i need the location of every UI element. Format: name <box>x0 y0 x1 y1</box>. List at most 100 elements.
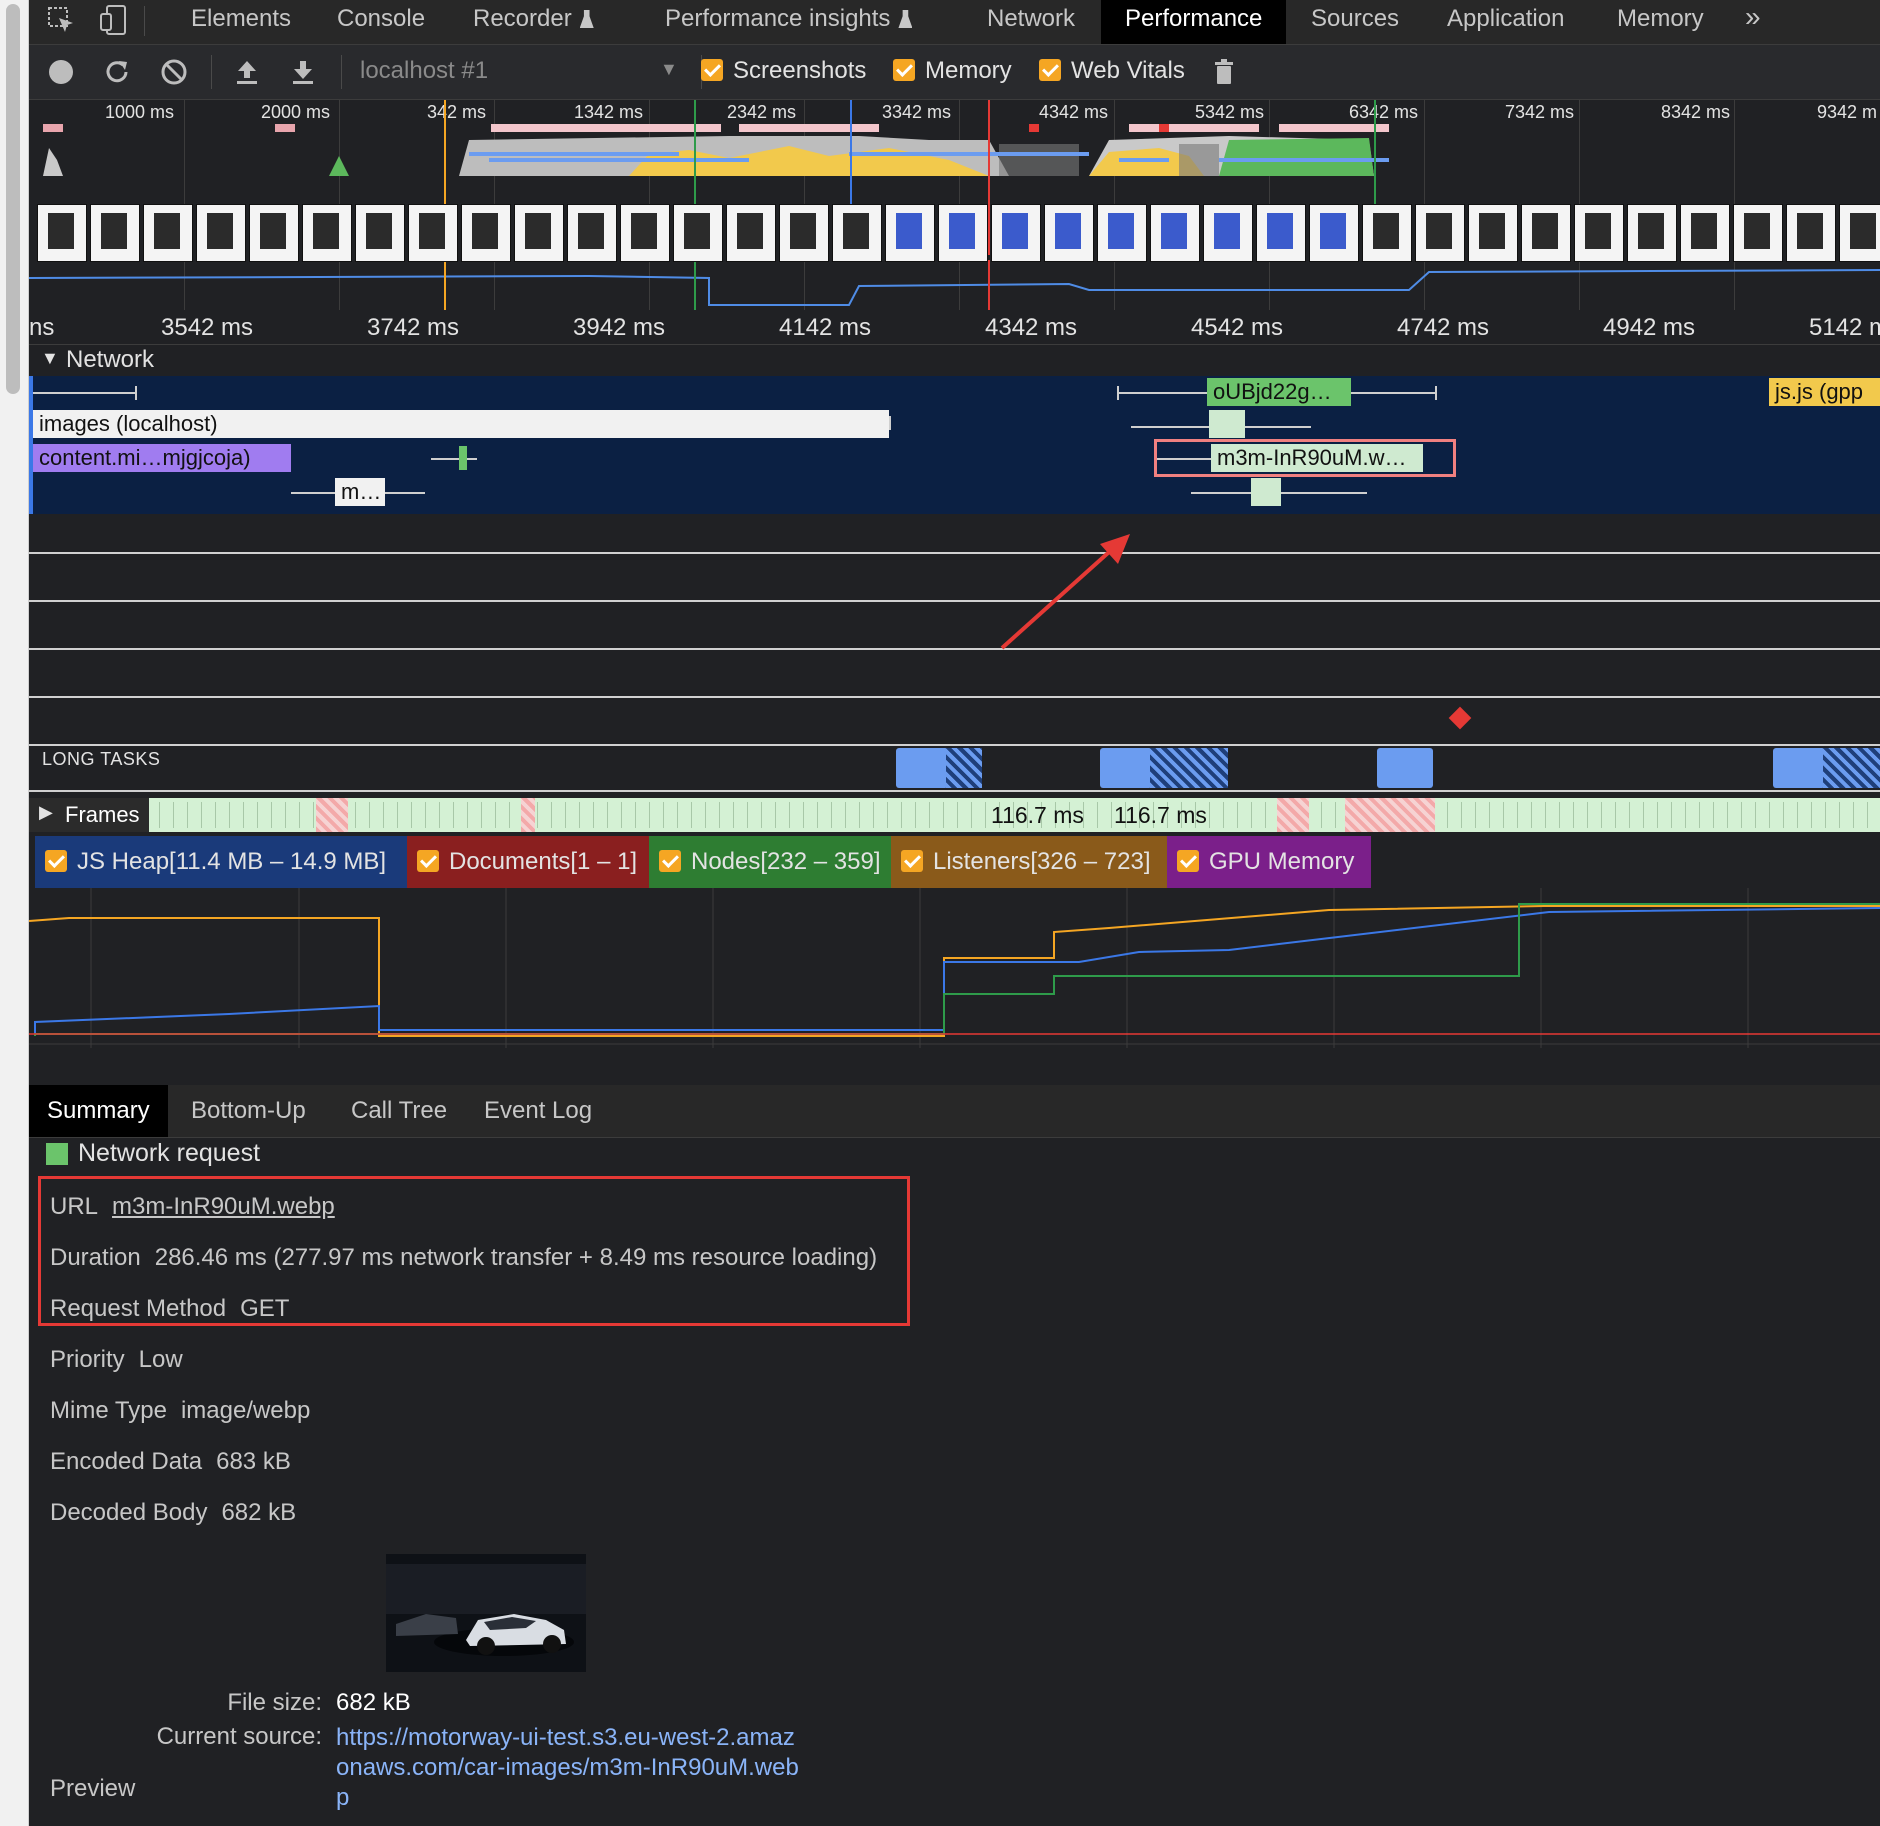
tab-summary[interactable]: Summary <box>29 1085 168 1137</box>
tab-event-log[interactable]: Event Log <box>484 1085 592 1137</box>
request-bar[interactable]: images (localhost) <box>33 410 889 438</box>
tab-application[interactable]: Application <box>1447 0 1564 44</box>
screenshot-thumbnail[interactable] <box>196 204 246 262</box>
screenshot-thumbnail[interactable] <box>673 204 723 262</box>
screenshot-thumbnail[interactable] <box>1786 204 1836 262</box>
clear-icon[interactable] <box>159 57 189 87</box>
frame-duration[interactable]: 116.7 ms <box>991 798 1084 832</box>
nodes-counter[interactable]: Nodes[232 – 359] <box>649 836 891 888</box>
current-source-link[interactable]: https://motorway-ui-test.s3.eu-west-2.am… <box>336 1723 799 1813</box>
screenshot-thumbnail[interactable] <box>1256 204 1306 262</box>
frame-tick <box>1237 802 1238 828</box>
tab-bottom-up[interactable]: Bottom-Up <box>191 1085 306 1137</box>
screenshots-checkbox[interactable]: Screenshots <box>701 57 866 85</box>
screenshot-thumbnail[interactable] <box>249 204 299 262</box>
tab-elements[interactable]: Elements <box>191 0 291 44</box>
frame-tick <box>1713 802 1714 828</box>
screenshot-thumbnail[interactable] <box>1468 204 1518 262</box>
request-bar[interactable]: content.mi…mjgjcoja) <box>33 444 291 472</box>
js-heap-counter[interactable]: JS Heap[11.4 MB – 14.9 MB] <box>35 836 407 888</box>
timeline-overview[interactable]: 1000 ms 2000 ms 342 ms 1342 ms 2342 ms 3… <box>29 100 1880 310</box>
screenshot-thumbnail[interactable] <box>779 204 829 262</box>
request-whisker <box>431 458 477 460</box>
network-track-header[interactable]: ▼ Network <box>29 344 229 378</box>
request-bar[interactable] <box>1209 410 1245 438</box>
screenshot-thumbnail[interactable] <box>991 204 1041 262</box>
screenshot-thumbnail[interactable] <box>1150 204 1200 262</box>
frames-track-header[interactable]: ▶ Frames <box>29 798 149 832</box>
tab-performance[interactable]: Performance <box>1101 0 1287 44</box>
dropped-frame[interactable] <box>1345 798 1435 832</box>
screenshot-thumbnail[interactable] <box>1521 204 1571 262</box>
request-bar[interactable]: oUBjd22g… <box>1207 378 1351 406</box>
upload-profile-icon[interactable] <box>232 57 262 87</box>
screenshot-thumbnail[interactable] <box>514 204 564 262</box>
tab-sources[interactable]: Sources <box>1311 0 1399 44</box>
screenshot-thumbnail[interactable] <box>143 204 193 262</box>
screenshot-thumbnail[interactable] <box>1097 204 1147 262</box>
screenshot-thumbnail[interactable] <box>461 204 511 262</box>
dropped-frame[interactable] <box>1277 798 1309 832</box>
chevron-down-icon: ▼ <box>660 59 678 79</box>
inspect-element-icon[interactable] <box>47 6 75 34</box>
gpu-memory-counter[interactable]: GPU Memory <box>1167 836 1371 888</box>
screenshot-thumbnail[interactable] <box>832 204 882 262</box>
screenshot-thumbnail[interactable] <box>37 204 87 262</box>
screenshot-thumbnail[interactable] <box>1309 204 1359 262</box>
tab-performance-insights[interactable]: Performance insights <box>665 0 913 44</box>
long-task-bar[interactable] <box>896 748 948 788</box>
dropped-frame[interactable] <box>316 798 348 832</box>
screenshot-thumbnail[interactable] <box>90 204 140 262</box>
request-bar[interactable]: js.js (gpp <box>1769 378 1880 406</box>
long-task-bar[interactable] <box>1773 748 1825 788</box>
screenshot-thumbnail[interactable] <box>1839 204 1880 262</box>
request-bar[interactable]: m… <box>335 478 385 506</box>
web-vitals-marker-icon[interactable] <box>1448 706 1472 730</box>
frame-tick <box>747 802 748 828</box>
screenshot-thumbnail[interactable] <box>408 204 458 262</box>
devtools-tab-bar: Elements Console Recorder Performance in… <box>29 0 1880 45</box>
screenshot-thumbnail[interactable] <box>1680 204 1730 262</box>
url-link[interactable]: m3m-InR90uM.webp <box>112 1193 335 1220</box>
frames-track[interactable]: ▶ Frames 116.7 ms 116.7 ms <box>29 798 1880 832</box>
request-bar[interactable] <box>459 446 467 470</box>
screenshot-thumbnail[interactable] <box>1044 204 1094 262</box>
dropped-frame[interactable] <box>521 798 535 832</box>
tab-call-tree[interactable]: Call Tree <box>351 1085 447 1137</box>
listeners-counter[interactable]: Listeners[326 – 723] <box>891 836 1167 888</box>
screenshot-thumbnail[interactable] <box>302 204 352 262</box>
screenshot-thumbnail[interactable] <box>885 204 935 262</box>
record-icon[interactable] <box>46 57 76 87</box>
tab-recorder[interactable]: Recorder <box>473 0 594 44</box>
screenshot-thumbnail[interactable] <box>1627 204 1677 262</box>
long-task-bar[interactable] <box>1377 748 1433 788</box>
screenshot-thumbnail[interactable] <box>938 204 988 262</box>
more-tabs-chevron-icon[interactable]: » <box>1745 0 1761 44</box>
scrollbar-thumb[interactable] <box>6 4 20 394</box>
screenshot-thumbnail[interactable] <box>1574 204 1624 262</box>
network-track[interactable]: oUBjd22g… js.js (gpp images (localhost) … <box>29 376 1880 514</box>
screenshot-thumbnail[interactable] <box>726 204 776 262</box>
tab-memory[interactable]: Memory <box>1617 0 1704 44</box>
frame-duration[interactable]: 116.7 ms <box>1114 798 1207 832</box>
download-profile-icon[interactable] <box>288 57 318 87</box>
screenshot-thumbnail[interactable] <box>1203 204 1253 262</box>
tab-network[interactable]: Network <box>987 0 1075 44</box>
vertical-scrollbar[interactable] <box>0 0 29 1826</box>
screenshot-thumbnail[interactable] <box>567 204 617 262</box>
request-bar[interactable] <box>1251 478 1281 506</box>
web-vitals-checkbox[interactable]: Web Vitals <box>1039 57 1185 85</box>
trash-icon[interactable] <box>1209 57 1239 87</box>
device-toolbar-icon[interactable] <box>99 4 129 36</box>
screenshot-thumbnail[interactable] <box>1362 204 1412 262</box>
reload-record-icon[interactable] <box>102 57 132 87</box>
screenshot-thumbnail[interactable] <box>1415 204 1465 262</box>
documents-counter[interactable]: Documents[1 – 1] <box>407 836 649 888</box>
long-task-bar[interactable] <box>1100 748 1152 788</box>
target-select[interactable]: localhost #1 ▼ <box>360 53 690 91</box>
screenshot-thumbnail[interactable] <box>620 204 670 262</box>
screenshot-thumbnail[interactable] <box>355 204 405 262</box>
screenshot-thumbnail[interactable] <box>1733 204 1783 262</box>
tab-console[interactable]: Console <box>337 0 425 44</box>
memory-checkbox[interactable]: Memory <box>893 57 1012 85</box>
